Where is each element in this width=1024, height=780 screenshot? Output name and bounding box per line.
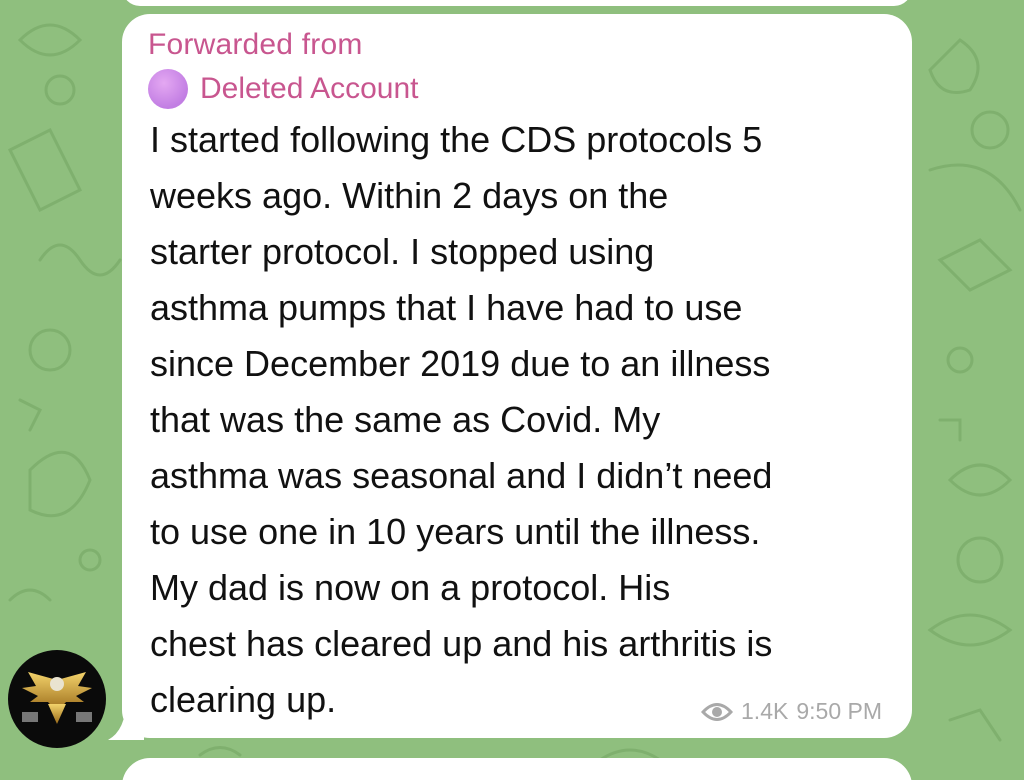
view-count: 1.4K — [741, 698, 789, 724]
channel-avatar[interactable] — [8, 650, 106, 748]
previous-message-bubble — [122, 0, 912, 6]
eagle-emblem-icon — [22, 672, 92, 724]
forwarded-source[interactable]: Deleted Account — [148, 69, 418, 109]
forwarded-source-name[interactable]: Deleted Account — [200, 72, 418, 106]
eye-icon — [701, 702, 734, 721]
message-meta: 1.4K 9:50 PM — [701, 698, 882, 725]
forwarded-label: Forwarded from — [148, 28, 363, 61]
next-message-bubble — [122, 758, 912, 780]
message-text: I started following the CDS protocols 5 … — [150, 119, 773, 720]
message-time: 9:50 PM — [796, 698, 882, 724]
source-avatar-icon — [148, 69, 188, 109]
